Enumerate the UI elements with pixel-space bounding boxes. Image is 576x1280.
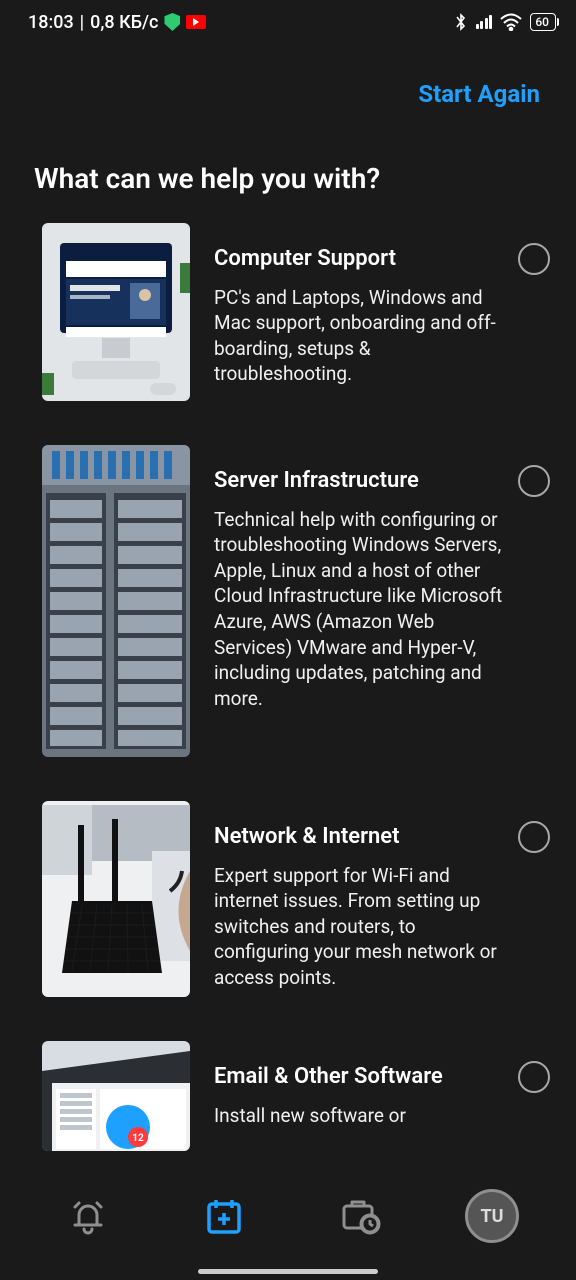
router-illustration [42,801,190,997]
option-title: Network & Internet [214,823,504,851]
bell-icon [67,1195,109,1237]
status-bar: 18:03 | 0,8 КБ/с 60 [0,0,576,40]
nav-notifications[interactable] [57,1185,119,1247]
radio-unselected-icon[interactable] [518,465,550,497]
cell-signal-icon [476,15,493,29]
briefcase-clock-icon [338,1194,382,1238]
options-list: Computer Support PC's and Laptops, Windo… [0,223,576,1151]
option-email-software[interactable]: 12 Email & Other Software Install new so… [42,1041,550,1151]
status-right: 60 [454,12,556,32]
wifi-icon [500,13,522,31]
options-scroll[interactable]: Computer Support PC's and Laptops, Windo… [0,223,576,1253]
radio-unselected-icon[interactable] [518,821,550,853]
status-left: 18:03 | 0,8 КБ/с [28,12,206,33]
option-network-internet[interactable]: Network & Internet Expert support for Wi… [42,801,550,997]
option-body: Email & Other Software Install new softw… [214,1041,550,1128]
option-server-infrastructure[interactable]: Server Infrastructure Technical help wit… [42,445,550,757]
option-thumbnail [42,445,190,757]
option-description: Technical help with configuring or troub… [214,507,504,712]
option-body: Server Infrastructure Technical help wit… [214,445,550,712]
page-title: What can we help you with? [0,108,576,223]
nav-briefcase-history[interactable] [329,1185,391,1247]
youtube-icon [186,15,206,29]
nav-avatar[interactable]: TU [465,1189,519,1243]
option-thumbnail: 12 [42,1041,190,1151]
option-body: Computer Support PC's and Laptops, Windo… [214,223,550,387]
calendar-plus-icon [202,1194,246,1238]
status-time: 18:03 [28,12,74,33]
radio-unselected-icon[interactable] [518,1061,550,1093]
option-thumbnail [42,223,190,401]
option-body: Network & Internet Expert support for Wi… [214,801,550,991]
radio-unselected-icon[interactable] [518,243,550,275]
option-description: Expert support for Wi-Fi and internet is… [214,863,504,991]
battery-percent: 60 [535,15,549,29]
battery-icon: 60 [530,13,556,31]
shield-icon [164,13,180,31]
svg-text:12: 12 [132,1133,144,1144]
option-thumbnail [42,801,190,997]
option-title: Computer Support [214,245,504,273]
bluetooth-icon [454,12,468,32]
option-description: Install new software or [214,1103,504,1129]
start-again-link[interactable]: Start Again [418,80,540,108]
option-title: Server Infrastructure [214,467,504,495]
computer-illustration [42,223,190,401]
option-title: Email & Other Software [214,1063,504,1091]
home-indicator[interactable] [198,1269,378,1274]
nav-calendar-add[interactable] [193,1185,255,1247]
server-rack-illustration [42,445,190,757]
header-row: Start Again [0,40,576,108]
status-netspeed: 0,8 КБ/с [90,12,158,33]
email-software-illustration: 12 [42,1041,190,1151]
option-computer-support[interactable]: Computer Support PC's and Laptops, Windo… [42,223,550,401]
avatar-initials: TU [480,1206,503,1227]
option-description: PC's and Laptops, Windows and Mac suppor… [214,285,504,388]
bottom-nav: TU [0,1170,576,1280]
